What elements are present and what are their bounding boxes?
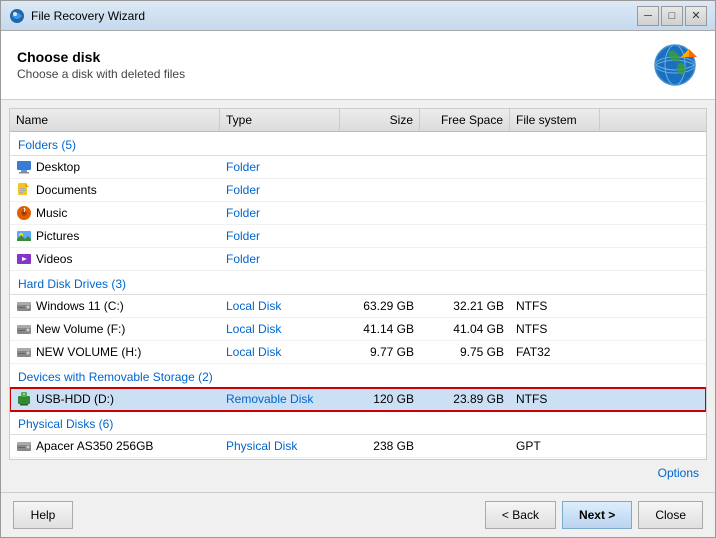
hdd-icon bbox=[16, 344, 32, 360]
globe-icon bbox=[651, 41, 699, 89]
help-button[interactable]: Help bbox=[13, 501, 73, 529]
header-text: Choose disk Choose a disk with deleted f… bbox=[17, 49, 651, 81]
row-fs: NTFS bbox=[510, 296, 600, 316]
header-title: Choose disk bbox=[17, 49, 651, 65]
window-title: File Recovery Wizard bbox=[31, 9, 637, 23]
row-name-desktop: Desktop bbox=[10, 156, 220, 178]
col-type: Type bbox=[220, 109, 340, 131]
nav-buttons: < Back Next > Close bbox=[485, 501, 703, 529]
list-item[interactable]: Music Folder bbox=[10, 202, 706, 225]
options-link[interactable]: Options bbox=[658, 466, 699, 480]
row-type: Folder bbox=[220, 226, 340, 246]
header-area: Choose disk Choose a disk with deleted f… bbox=[1, 31, 715, 100]
close-window-button[interactable]: ✕ bbox=[685, 6, 707, 26]
row-free: 41.04 GB bbox=[420, 319, 510, 339]
group-hdd-label: Hard Disk Drives (3) bbox=[10, 271, 706, 295]
pictures-icon bbox=[16, 228, 32, 244]
row-fs: FAT32 bbox=[510, 342, 600, 362]
list-header: Name Type Size Free Space File system bbox=[10, 109, 706, 132]
minimize-button[interactable]: ─ bbox=[637, 6, 659, 26]
button-bar: Help < Back Next > Close bbox=[1, 492, 715, 537]
row-name-music: Music bbox=[10, 202, 220, 224]
back-button[interactable]: < Back bbox=[485, 501, 556, 529]
list-item[interactable]: Apacer AS350 256GB Physical Disk 238 GB … bbox=[10, 435, 706, 458]
list-item[interactable]: Videos Folder bbox=[10, 248, 706, 271]
row-free bbox=[420, 443, 510, 449]
list-item[interactable]: NEW VOLUME (H:) Local Disk 9.77 GB 9.75 … bbox=[10, 341, 706, 364]
row-free: 23.89 GB bbox=[420, 389, 510, 409]
row-fs: GPT bbox=[510, 436, 600, 456]
group-folders-label: Folders (5) bbox=[10, 132, 706, 156]
col-size: Size bbox=[340, 109, 420, 131]
row-free: 32.21 GB bbox=[420, 296, 510, 316]
videos-icon bbox=[16, 251, 32, 267]
disk-list[interactable]: Name Type Size Free Space File system Fo… bbox=[9, 108, 707, 460]
row-name-videos: Videos bbox=[10, 248, 220, 270]
desktop-icon bbox=[16, 159, 32, 175]
hdd-icon bbox=[16, 438, 32, 454]
list-item[interactable]: Desktop Folder bbox=[10, 156, 706, 179]
next-button[interactable]: Next > bbox=[562, 501, 632, 529]
row-fs: NTFS bbox=[510, 319, 600, 339]
header-subtitle: Choose a disk with deleted files bbox=[17, 67, 651, 81]
col-name: Name bbox=[10, 109, 220, 131]
row-size: 63.29 GB bbox=[340, 296, 420, 316]
group-removable-label: Devices with Removable Storage (2) bbox=[10, 364, 706, 388]
row-type: Folder bbox=[220, 249, 340, 269]
content-area: Name Type Size Free Space File system Fo… bbox=[1, 100, 715, 492]
list-item[interactable]: Documents Folder bbox=[10, 179, 706, 202]
row-name-c: Windows 11 (C:) bbox=[10, 295, 220, 317]
list-item-selected[interactable]: USB-HDD (D:) Removable Disk 120 GB 23.89… bbox=[10, 388, 706, 411]
row-type: Local Disk bbox=[220, 296, 340, 316]
col-file-system: File system bbox=[510, 109, 600, 131]
hdd-icon bbox=[16, 298, 32, 314]
list-item[interactable]: Windows 11 (C:) Local Disk 63.29 GB 32.2… bbox=[10, 295, 706, 318]
title-bar: File Recovery Wizard ─ □ ✕ bbox=[1, 1, 715, 31]
row-name-documents: Documents bbox=[10, 179, 220, 201]
row-size: 120 GB bbox=[340, 389, 420, 409]
row-name-d: USB-HDD (D:) bbox=[10, 388, 220, 410]
maximize-button[interactable]: □ bbox=[661, 6, 683, 26]
window-controls: ─ □ ✕ bbox=[637, 6, 707, 26]
list-item[interactable]: New Volume (F:) Local Disk 41.14 GB 41.0… bbox=[10, 318, 706, 341]
row-type: Folder bbox=[220, 203, 340, 223]
group-physical-label: Physical Disks (6) bbox=[10, 411, 706, 435]
documents-icon bbox=[16, 182, 32, 198]
row-size: 9.77 GB bbox=[340, 342, 420, 362]
row-size: 41.14 GB bbox=[340, 319, 420, 339]
col-free-space: Free Space bbox=[420, 109, 510, 131]
music-icon bbox=[16, 205, 32, 221]
row-type: Local Disk bbox=[220, 342, 340, 362]
usb-icon bbox=[16, 391, 32, 407]
app-icon bbox=[9, 8, 25, 24]
row-name-h: NEW VOLUME (H:) bbox=[10, 341, 220, 363]
footer-area: Options bbox=[9, 460, 707, 484]
window: File Recovery Wizard ─ □ ✕ Choose disk C… bbox=[0, 0, 716, 538]
row-size: 238 GB bbox=[340, 436, 420, 456]
row-type: Removable Disk bbox=[220, 389, 340, 409]
list-item[interactable]: Pictures Folder bbox=[10, 225, 706, 248]
hdd-icon bbox=[16, 321, 32, 337]
close-button[interactable]: Close bbox=[638, 501, 703, 529]
row-type: Local Disk bbox=[220, 319, 340, 339]
row-free: 9.75 GB bbox=[420, 342, 510, 362]
row-type: Folder bbox=[220, 157, 340, 177]
row-fs: NTFS bbox=[510, 389, 600, 409]
row-name-apacer: Apacer AS350 256GB bbox=[10, 435, 220, 457]
row-name-pictures: Pictures bbox=[10, 225, 220, 247]
row-type: Physical Disk bbox=[220, 436, 340, 456]
row-type: Folder bbox=[220, 180, 340, 200]
row-name-f: New Volume (F:) bbox=[10, 318, 220, 340]
